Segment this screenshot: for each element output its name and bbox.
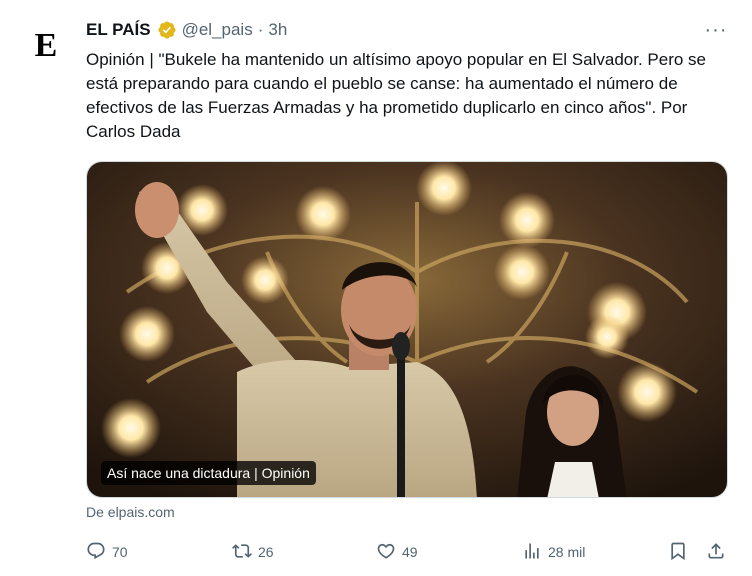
like-button[interactable]: 49 xyxy=(376,538,418,566)
repost-button[interactable]: 26 xyxy=(232,538,274,566)
author-name[interactable]: EL PAÍS xyxy=(86,20,151,40)
photo-illustration xyxy=(87,162,727,497)
link-card-title: Así nace una dictadura | Opinión xyxy=(101,461,316,485)
bookmark-button[interactable] xyxy=(668,538,688,566)
bookmark-icon xyxy=(668,541,688,564)
timestamp[interactable]: 3h xyxy=(268,20,287,40)
separator-dot: · xyxy=(257,20,264,39)
author-handle[interactable]: @el_pais xyxy=(182,20,253,40)
more-options-icon[interactable]: ··· xyxy=(704,19,728,41)
link-card-image[interactable]: Así nace una dictadura | Opinión xyxy=(86,161,728,498)
tweet-text: Opinión | "Bukele ha mantenido un altísi… xyxy=(86,50,707,141)
reply-button[interactable]: 70 xyxy=(86,538,128,566)
action-bar: 70 26 49 28 mil xyxy=(86,538,736,566)
views-count: 28 mil xyxy=(548,544,586,560)
like-count: 49 xyxy=(402,544,418,560)
verified-badge-icon[interactable] xyxy=(157,20,177,40)
reply-icon xyxy=(86,541,106,564)
share-icon xyxy=(706,541,726,564)
repost-icon xyxy=(232,541,252,564)
tweet-header: EL PAÍS @el_pais · 3h xyxy=(86,18,287,42)
share-button[interactable] xyxy=(706,538,726,566)
like-icon xyxy=(376,541,396,564)
avatar[interactable]: E xyxy=(28,28,64,64)
views-icon xyxy=(522,541,542,564)
reply-count: 70 xyxy=(112,544,128,560)
source-link[interactable]: De elpais.com xyxy=(86,504,175,520)
repost-count: 26 xyxy=(258,544,274,560)
tweet[interactable]: E EL PAÍS @el_pais · 3h ··· Opinión | "B… xyxy=(0,0,752,576)
views-button[interactable]: 28 mil xyxy=(522,538,585,566)
avatar-logo: E xyxy=(34,27,58,64)
